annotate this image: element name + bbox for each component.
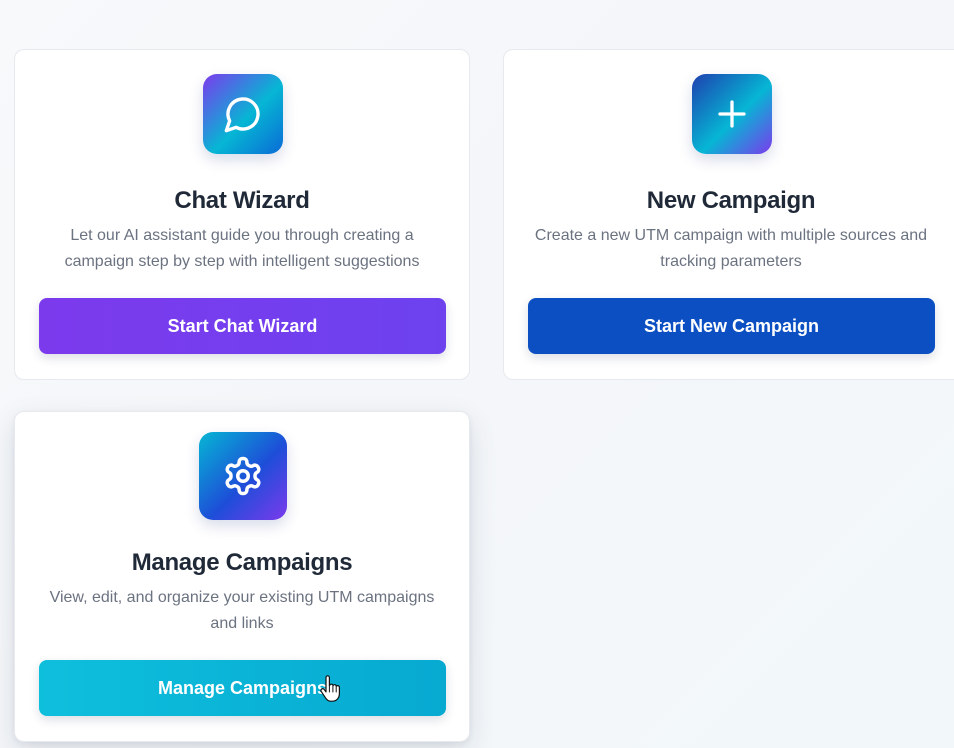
start-chat-wizard-button[interactable]: Start Chat Wizard (39, 298, 446, 354)
card-description: View, edit, and organize your existing U… (49, 589, 435, 632)
card-title: Manage Campaigns (131, 549, 353, 576)
plus-icon (692, 74, 772, 154)
card-description: Let our AI assistant guide you through c… (64, 227, 420, 270)
new-campaign-card: New Campaign Create a new UTM campaign w… (503, 49, 954, 380)
manage-campaigns-button[interactable]: Manage Campaigns (39, 660, 446, 716)
start-new-campaign-button[interactable]: Start New Campaign (528, 298, 935, 354)
manage-campaigns-card: Manage Campaigns View, edit, and organiz… (14, 411, 470, 742)
card-description: Create a new UTM campaign with multiple … (534, 227, 928, 270)
chat-bubble-icon (203, 74, 283, 154)
gear-icon (199, 432, 287, 520)
card-title: Chat Wizard (174, 187, 310, 214)
card-title: New Campaign (646, 187, 816, 214)
chat-wizard-card: Chat Wizard Let our AI assistant guide y… (14, 49, 470, 380)
